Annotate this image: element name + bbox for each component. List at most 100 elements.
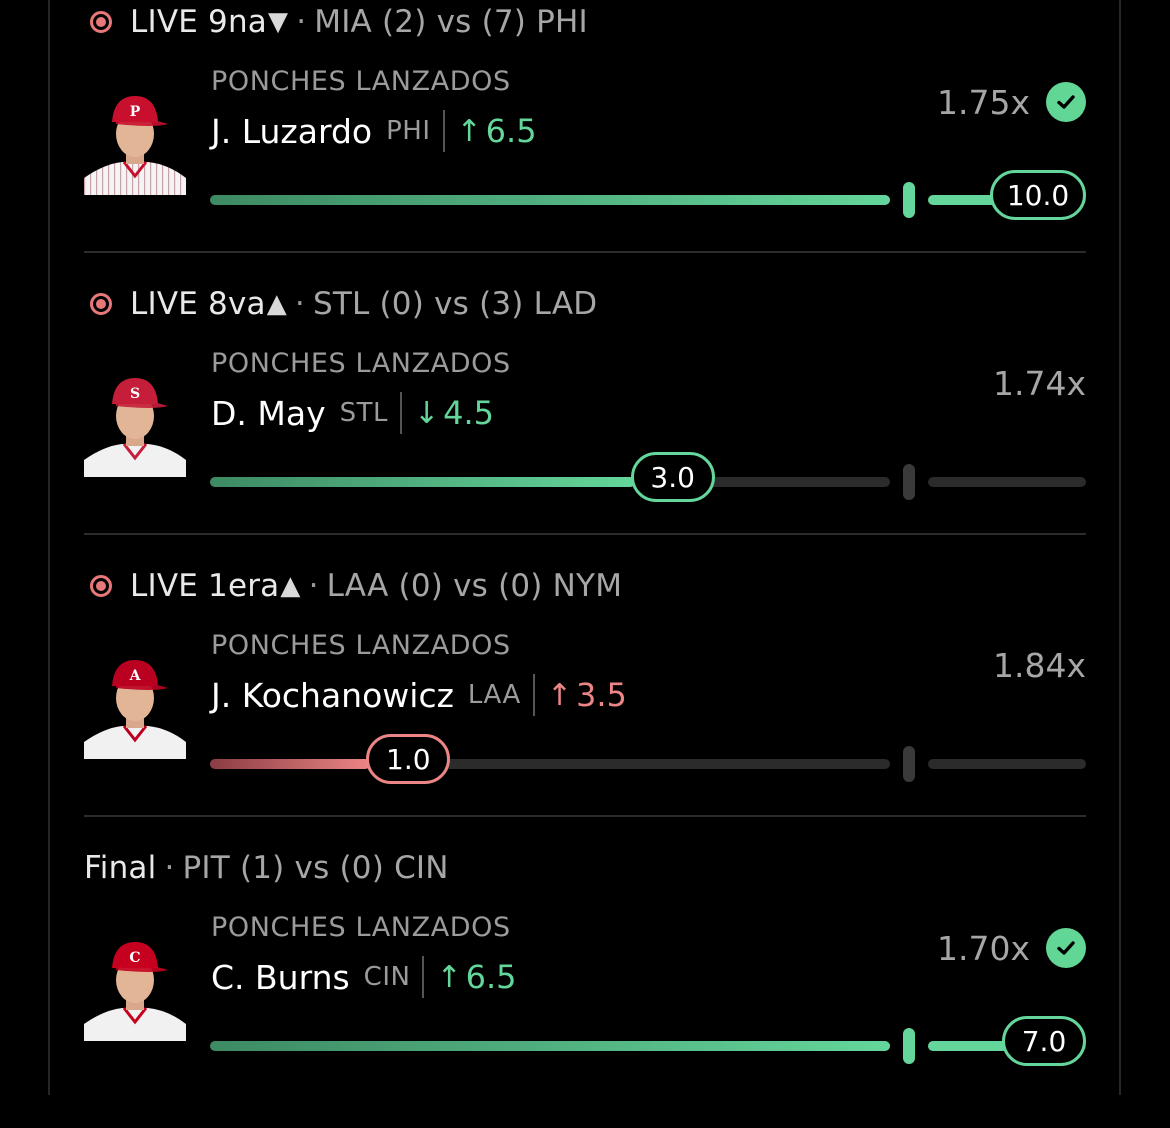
prop-line: ↑ 6.5	[436, 958, 516, 996]
vs-label: vs	[294, 850, 330, 886]
vertical-separator	[400, 392, 402, 434]
prop-line: ↑ 6.5	[457, 112, 537, 150]
track-fill	[210, 477, 635, 487]
separator-dot: ·	[296, 4, 307, 40]
player-avatar: S	[84, 372, 186, 477]
vs-label: vs	[453, 568, 489, 604]
stat-label: PONCHES LANZADOS	[211, 630, 511, 661]
left-edge	[48, 0, 50, 1095]
inning-label: 9na	[208, 4, 267, 40]
player-team: CIN	[363, 962, 411, 992]
player-line: J. Kochanowicz LAA ↑ 3.5	[211, 672, 627, 718]
player-name[interactable]: J. Kochanowicz	[211, 676, 454, 715]
card-divider	[84, 251, 1086, 253]
away-score: (1)	[239, 850, 285, 886]
check-circle-icon	[1046, 82, 1086, 122]
away-team: PIT	[182, 850, 230, 886]
line-value: 3.5	[575, 676, 627, 714]
arrow-up-icon: ↑	[546, 677, 572, 713]
prop-card[interactable]: Final · PIT (1) vs (0) CIN C PONCHES LAN…	[84, 846, 1086, 1128]
payout-multiplier: 1.70x	[937, 928, 1086, 968]
stat-label: PONCHES LANZADOS	[211, 66, 511, 97]
vertical-separator	[422, 956, 425, 998]
current-value-bubble: 7.0	[1002, 1016, 1086, 1066]
home-team: NYM	[552, 568, 623, 604]
player-line: J. Luzardo PHI ↑ 6.5	[211, 108, 537, 154]
check-circle-icon	[1046, 928, 1086, 968]
vs-label: vs	[434, 286, 469, 322]
player-name[interactable]: C. Burns	[211, 958, 350, 997]
status-label: Final	[84, 850, 157, 886]
payout-multiplier: 1.74x	[993, 364, 1086, 403]
home-score: (0)	[498, 568, 543, 604]
arrow-down-icon: ↓	[414, 395, 440, 431]
separator-dot: ·	[164, 850, 175, 886]
inning-label: 8va	[208, 286, 266, 322]
multiplier-value: 1.74x	[992, 364, 1086, 403]
home-score: (3)	[479, 286, 524, 322]
away-score: (2)	[382, 4, 427, 40]
away-team: STL	[312, 286, 370, 322]
away-team: LAA	[326, 568, 389, 604]
line-marker	[903, 1028, 915, 1064]
current-value-bubble: 3.0	[630, 452, 715, 502]
triangle-down-icon: ▼	[267, 7, 289, 37]
player-team: LAA	[467, 680, 521, 710]
track-fill	[210, 1041, 890, 1051]
live-dot-icon	[90, 11, 112, 33]
game-status: LIVE 8va ▲ · STL (0) vs (3) LAD	[84, 282, 597, 326]
player-avatar: C	[84, 936, 186, 1041]
player-team: STL	[339, 398, 388, 428]
prop-line: ↓ 4.5	[414, 394, 494, 432]
current-value-bubble: 1.0	[366, 734, 451, 784]
prop-line: ↑ 3.5	[547, 676, 627, 714]
home-score: (7)	[481, 4, 527, 40]
home-team: CIN	[394, 850, 449, 886]
game-status: Final · PIT (1) vs (0) CIN	[84, 846, 449, 890]
line-value: 6.5	[485, 112, 537, 150]
multiplier-value: 1.75x	[936, 82, 1030, 122]
matchup: PIT (1) vs (0) CIN	[183, 850, 449, 886]
line-marker	[903, 182, 915, 218]
progress-track: 10.0	[210, 170, 1086, 220]
right-edge	[1119, 0, 1121, 1095]
svg-text:C: C	[129, 950, 140, 966]
payout-multiplier: 1.84x	[993, 646, 1086, 685]
home-team: PHI	[536, 4, 588, 40]
live-dot-icon	[90, 575, 112, 597]
svg-text:P: P	[130, 104, 141, 120]
player-name[interactable]: D. May	[211, 394, 326, 433]
status-label: LIVE	[130, 4, 199, 40]
player-avatar: A	[84, 654, 186, 759]
track-rail	[928, 477, 1086, 487]
live-dot-icon	[90, 293, 112, 315]
line-value: 6.5	[465, 958, 517, 996]
line-marker	[903, 746, 915, 782]
away-score: (0)	[398, 568, 444, 604]
arrow-up-icon: ↑	[436, 959, 462, 995]
game-status: LIVE 9na ▼ · MIA (2) vs (7) PHI	[84, 0, 588, 44]
player-name[interactable]: J. Luzardo	[211, 112, 372, 151]
card-divider	[84, 533, 1086, 535]
home-team: LAD	[533, 286, 598, 322]
away-score: (0)	[379, 286, 425, 322]
current-value-bubble: 10.0	[990, 170, 1086, 220]
player-line: D. May STL ↓ 4.5	[211, 390, 494, 436]
game-status: LIVE 1era ▲ · LAA (0) vs (0) NYM	[84, 564, 622, 608]
triangle-up-icon: ▲	[266, 289, 287, 319]
vertical-separator	[442, 110, 445, 152]
payout-multiplier: 1.75x	[937, 82, 1086, 122]
vertical-separator	[532, 674, 535, 716]
progress-track: 1.0	[210, 734, 1086, 784]
separator-dot: ·	[294, 286, 305, 322]
stat-label: PONCHES LANZADOS	[211, 348, 511, 379]
svg-text:A: A	[129, 668, 142, 684]
multiplier-value: 1.84x	[992, 646, 1086, 685]
prop-card[interactable]: LIVE 9na ▼ · MIA (2) vs (7) PHI P PONCHE…	[84, 0, 1086, 282]
prop-card[interactable]: LIVE 1era ▲ · LAA (0) vs (0) NYM A PONCH…	[84, 564, 1086, 846]
track-rail	[928, 759, 1086, 769]
status-label: LIVE	[130, 568, 199, 604]
progress-track: 3.0	[210, 452, 1086, 502]
prop-card[interactable]: LIVE 8va ▲ · STL (0) vs (3) LAD S PONCHE…	[84, 282, 1086, 564]
matchup: MIA (2) vs (7) PHI	[314, 4, 588, 40]
